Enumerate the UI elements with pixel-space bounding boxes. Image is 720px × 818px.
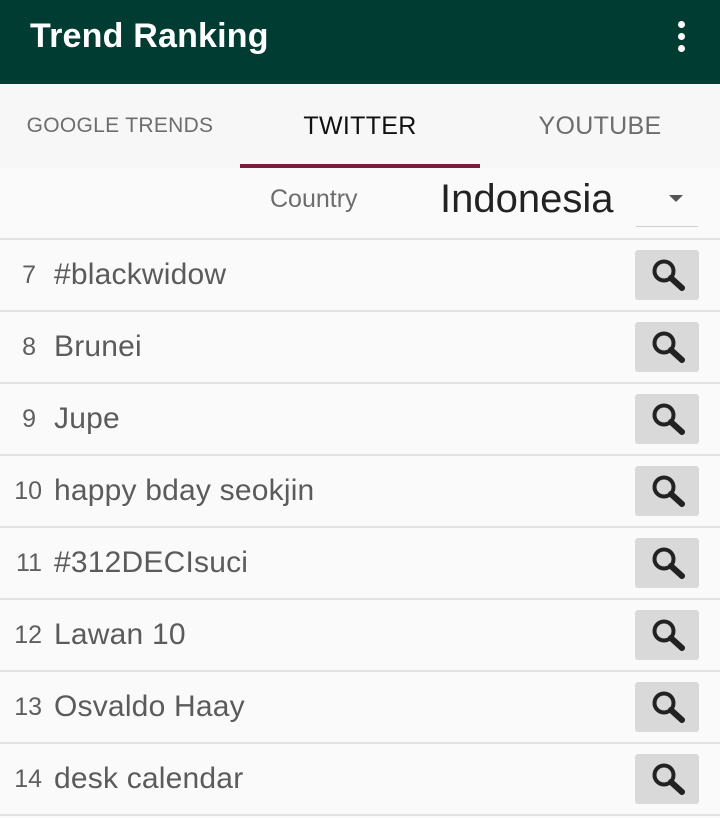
- trend-rank: 8: [22, 333, 36, 361]
- trend-row[interactable]: 8 Brunei: [0, 312, 720, 384]
- search-icon: [652, 259, 685, 291]
- trend-rank: 10: [14, 477, 42, 505]
- search-button[interactable]: [635, 466, 699, 516]
- search-icon: [652, 691, 685, 723]
- trend-term[interactable]: #312DECIsuci: [54, 528, 248, 598]
- trend-rank: 12: [14, 621, 42, 649]
- app-title: Trend Ranking: [30, 17, 269, 55]
- dropdown-arrow-icon: [669, 195, 683, 202]
- trend-term[interactable]: desk calendar: [54, 744, 243, 814]
- search-icon: [652, 619, 685, 651]
- trend-row[interactable]: 11 #312DECIsuci: [0, 528, 720, 600]
- search-icon: [652, 475, 685, 507]
- search-button[interactable]: [635, 682, 699, 732]
- trend-list: 7 #blackwidow 8 Brunei 9 Jupe 10 happy b…: [0, 238, 720, 816]
- tab-google-trends[interactable]: GOOGLE TRENDS: [0, 84, 240, 168]
- search-icon: [652, 763, 685, 795]
- trend-row[interactable]: 7 #blackwidow: [0, 240, 720, 312]
- trend-row[interactable]: 10 happy bday seokjin: [0, 456, 720, 528]
- search-icon: [652, 403, 685, 435]
- more-vert-icon[interactable]: [664, 14, 698, 58]
- search-button[interactable]: [635, 754, 699, 804]
- search-button[interactable]: [635, 250, 699, 300]
- trend-term[interactable]: Osvaldo Haay: [54, 672, 245, 742]
- trend-term[interactable]: #blackwidow: [54, 240, 226, 310]
- search-button[interactable]: [635, 610, 699, 660]
- search-button[interactable]: [635, 538, 699, 588]
- trend-row[interactable]: 13 Osvaldo Haay: [0, 672, 720, 744]
- country-label: Country: [270, 185, 358, 213]
- trend-rank: 7: [22, 261, 36, 289]
- trend-rank: 13: [14, 693, 42, 721]
- country-selected-value[interactable]: Indonesia: [440, 174, 613, 224]
- tab-youtube[interactable]: YOUTUBE: [480, 84, 720, 168]
- trend-term[interactable]: happy bday seokjin: [54, 456, 314, 526]
- trend-row[interactable]: 14 desk calendar: [0, 744, 720, 816]
- app-bar: Trend Ranking: [0, 0, 720, 84]
- search-icon: [652, 547, 685, 579]
- trend-term[interactable]: Jupe: [54, 384, 120, 454]
- search-icon: [652, 331, 685, 363]
- search-button[interactable]: [635, 322, 699, 372]
- trend-rank: 11: [16, 549, 42, 577]
- search-button[interactable]: [635, 394, 699, 444]
- country-dropdown[interactable]: [636, 180, 698, 227]
- trend-rank: 14: [14, 765, 42, 793]
- tab-twitter[interactable]: TWITTER: [240, 84, 480, 168]
- tab-bar: GOOGLE TRENDS TWITTER YOUTUBE: [0, 84, 720, 168]
- trend-term[interactable]: Brunei: [54, 312, 142, 382]
- trend-term[interactable]: Lawan 10: [54, 600, 186, 670]
- trend-row[interactable]: 12 Lawan 10: [0, 600, 720, 672]
- trend-rank: 9: [22, 405, 36, 433]
- country-filter: Country Indonesia: [0, 168, 720, 238]
- trend-row[interactable]: 9 Jupe: [0, 384, 720, 456]
